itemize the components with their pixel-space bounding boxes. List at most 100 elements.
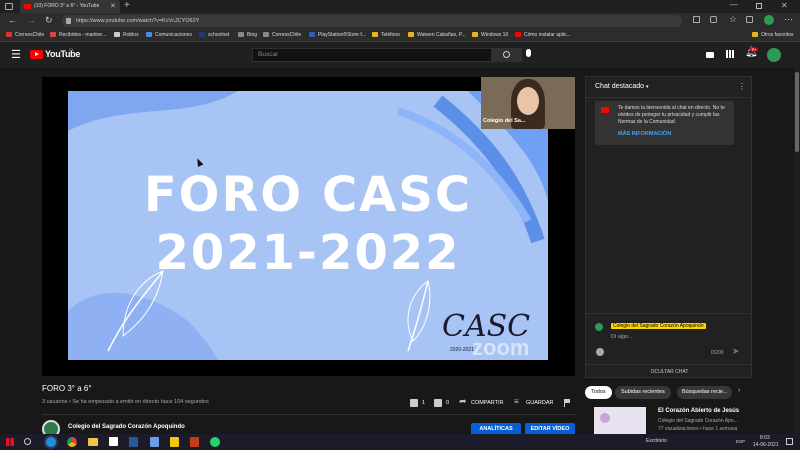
tab-close-icon[interactable]: ✕ — [110, 2, 116, 10]
chrome-icon[interactable] — [67, 437, 77, 447]
channel-name[interactable]: Colegio del Sagrado Corazón Apoquindo — [68, 424, 185, 430]
bookmark-item[interactable]: Waiwen Cabañas, P... — [408, 29, 466, 42]
create-video-icon[interactable] — [706, 52, 714, 58]
thumbnail-heart-icon — [600, 413, 610, 423]
like-icon[interactable] — [410, 399, 418, 407]
chip-recent-uploads-label: Subidas recientes — [621, 389, 665, 395]
recommendation-thumbnail[interactable] — [594, 407, 646, 435]
language-indicator[interactable]: ESP — [736, 439, 745, 444]
clock-time[interactable]: 8:03 — [760, 435, 770, 441]
dislike-icon[interactable] — [434, 399, 442, 407]
chip-recent-searches-label: Búsquedas recie... — [682, 389, 728, 395]
powerpoint-icon[interactable] — [190, 437, 199, 447]
apps-icon[interactable] — [693, 16, 700, 23]
microphone-icon[interactable] — [526, 49, 531, 57]
chat-header[interactable]: Chat destacado ▾ — [595, 83, 649, 90]
whatsapp-icon[interactable] — [210, 437, 220, 447]
scrollbar-thumb[interactable] — [795, 72, 799, 152]
back-icon[interactable]: ← — [8, 15, 17, 25]
window-close-icon[interactable]: ✕ — [781, 1, 788, 10]
bookmark-item[interactable]: PlayStation®Store f... — [309, 29, 366, 42]
tab-actions-icon[interactable] — [5, 3, 13, 10]
bookmark-item[interactable]: CorreosChile — [263, 29, 301, 42]
new-tab-icon[interactable]: + — [124, 0, 130, 11]
bookmark-item[interactable]: Windows 10 — [472, 29, 508, 42]
bookmark-item[interactable]: Bing — [238, 29, 257, 42]
bookmark-item[interactable]: Cómo instalar aplic... — [515, 29, 571, 42]
chat-input[interactable]: Di algo... — [611, 334, 633, 340]
collections-icon[interactable] — [746, 16, 753, 23]
search-button[interactable] — [492, 48, 522, 62]
chip-recent-uploads[interactable]: Subidas recientes — [615, 386, 671, 399]
chat-more-icon[interactable]: ⋮ — [738, 82, 746, 91]
profile-avatar[interactable] — [764, 15, 774, 25]
hide-chat-button[interactable]: OCULTAR CHAT — [586, 369, 753, 375]
chip-recent-searches[interactable]: Búsquedas recie... — [677, 386, 732, 399]
camera-thumbnail: Colegio del Sa... — [481, 77, 575, 129]
clock-date[interactable]: 14-06-2021 — [753, 442, 779, 448]
apps-grid-icon[interactable] — [726, 50, 734, 58]
bookmark-item[interactable]: schoolnet — [199, 29, 229, 42]
search-icon[interactable] — [24, 438, 31, 445]
save-button[interactable]: GUARDAR — [526, 400, 554, 406]
tab-title: (10) FORO 3° a 6° - YouTube — [34, 3, 100, 9]
chips-next-icon[interactable]: › — [738, 387, 740, 394]
chat-user-name: Colegio del Sagrado Corazón Apoquindo — [611, 323, 706, 329]
hamburger-menu-icon[interactable]: ☰ — [11, 48, 21, 61]
tracking-icon[interactable] — [710, 16, 717, 23]
send-icon[interactable]: ➤ — [732, 346, 740, 357]
video-meta: 3 usuarios • Se ha empezado a emitir en … — [42, 399, 209, 405]
sticky-notes-icon[interactable] — [170, 437, 179, 447]
url-field[interactable]: https://www.youtube.com/watch?v=KcVcJCYO… — [62, 15, 682, 27]
logo-region: CL — [69, 47, 75, 52]
taskbar: Escritorio ESP 8:03 14-06-2021 — [0, 434, 800, 450]
reload-icon[interactable]: ↻ — [45, 15, 53, 26]
recommendation-channel: Colegio del Sagrado Corazón Apo... — [658, 418, 738, 424]
recommendation-title[interactable]: El Corazón Abierto de Jesús — [658, 408, 739, 414]
bookmark-item[interactable]: Recibidos - martine... — [50, 29, 106, 42]
notification-count-badge: 9+ — [750, 47, 759, 52]
more-info-link[interactable]: MÁS INFORMACIÓN — [618, 131, 671, 137]
app-icon[interactable] — [150, 437, 159, 447]
desktop-label[interactable]: Escritorio — [646, 438, 667, 444]
file-explorer-icon[interactable] — [88, 438, 98, 446]
save-icon[interactable]: ≡ — [514, 397, 519, 406]
live-chat-panel: Chat destacado ▾ ⋮ Te damos la bienvenid… — [585, 76, 753, 378]
channel-divider — [42, 414, 575, 415]
notification-center-icon[interactable] — [786, 438, 793, 445]
browser-menu-icon[interactable]: ⋯ — [784, 14, 793, 25]
search-input[interactable]: Buscar — [252, 48, 492, 62]
video-player[interactable]: FORO CASC 2021-2022 CASC 2020-2021 zoom … — [42, 77, 575, 376]
store-icon[interactable] — [109, 437, 118, 446]
other-favorites[interactable]: Otros favoritos — [752, 29, 794, 42]
share-button[interactable]: COMPARTIR — [471, 400, 504, 406]
account-avatar[interactable] — [767, 48, 781, 62]
person-face-front — [517, 87, 539, 115]
chip-all[interactable]: Todos — [585, 386, 612, 399]
welcome-card: Te damos la bienvenida al chat en direct… — [595, 101, 734, 145]
minimize-icon[interactable]: — — [730, 0, 738, 9]
welcome-text: Te damos la bienvenida al chat en direct… — [618, 105, 725, 125]
report-flag-icon[interactable] — [564, 399, 570, 407]
bookmark-item[interactable]: CorreosChile — [6, 29, 44, 42]
windows-start-icon[interactable] — [6, 438, 14, 446]
youtube-small-icon — [601, 107, 609, 113]
browser-tab[interactable]: (10) FORO 3° a 6° - YouTube — [20, 0, 120, 13]
forward-icon[interactable]: → — [27, 15, 36, 25]
url-text: https://www.youtube.com/watch?v=KcVcJCYO… — [76, 18, 200, 24]
camera-label: Colegio del Sa... — [483, 118, 526, 124]
page-scrollbar[interactable] — [794, 68, 800, 436]
bookmark-item[interactable]: Teléfono — [372, 29, 400, 42]
favorites-star-icon[interactable]: ☆ — [729, 14, 737, 25]
bookmark-item[interactable]: Roblox — [114, 29, 139, 42]
bookmark-item[interactable]: Comunicaciones — [146, 29, 192, 42]
char-counter: 0/200 — [711, 350, 724, 356]
browser-address-bar: ← → ↻ https://www.youtube.com/watch?v=Kc… — [0, 13, 800, 29]
share-icon[interactable]: ➦ — [459, 396, 467, 407]
maximize-icon[interactable] — [756, 3, 762, 9]
zoom-watermark: zoom — [472, 335, 530, 360]
emoji-icon[interactable] — [596, 348, 604, 356]
edge-icon[interactable] — [46, 437, 56, 447]
word-icon[interactable] — [129, 437, 138, 447]
chat-user-avatar — [595, 323, 603, 331]
